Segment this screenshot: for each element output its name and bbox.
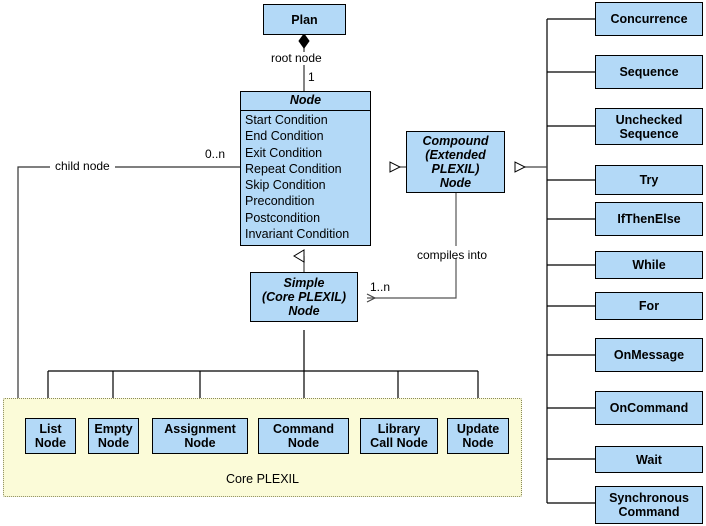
concurrence-box[interactable]: Concurrence [595, 2, 703, 36]
simple-node-box[interactable]: Simple (Core PLEXIL) Node [250, 272, 358, 322]
oncommand-box[interactable]: OnCommand [595, 391, 703, 425]
node-class-title: Node [241, 92, 370, 111]
empty-node-line-2: Node [97, 436, 130, 450]
concurrence-line-1: Concurrence [610, 12, 688, 26]
command-node-line-1: Command [272, 422, 335, 436]
while-line-1: While [632, 258, 666, 272]
onmessage-box[interactable]: OnMessage [595, 338, 703, 372]
empty-node-line-1: Empty [94, 422, 133, 436]
synchronous-command-line-1: Synchronous [609, 491, 689, 505]
node-attr-precondition: Precondition [245, 194, 315, 209]
empty-node-box[interactable]: Empty Node [88, 418, 139, 454]
try-box[interactable]: Try [595, 165, 703, 195]
for-line-1: For [638, 299, 660, 313]
edge-label-root-node: root node [271, 51, 322, 65]
node-class-attributes: Start Condition End Condition Exit Condi… [241, 111, 370, 244]
simple-line-1: Simple [283, 276, 325, 290]
wait-box[interactable]: Wait [595, 446, 703, 473]
compound-line-2: (Extended [425, 148, 486, 162]
composition-diamond-plan [298, 33, 310, 49]
update-node-box[interactable]: Update Node [447, 418, 509, 454]
unchecked-sequence-box[interactable]: Unchecked Sequence [595, 108, 703, 145]
compound-line-1: Compound [422, 134, 489, 148]
unchecked-sequence-line-1: Unchecked [615, 112, 683, 127]
ifthenelse-box[interactable]: IfThenElse [595, 202, 703, 236]
assignment-node-box[interactable]: Assignment Node [152, 418, 248, 454]
assignment-node-line-1: Assignment [164, 422, 236, 436]
try-line-1: Try [639, 173, 659, 187]
edge-mult-root: 1 [308, 70, 315, 84]
compound-line-4: Node [439, 176, 472, 190]
list-node-line-2: Node [34, 436, 67, 450]
while-box[interactable]: While [595, 251, 703, 279]
edge-mult-compiles: 1..n [370, 280, 391, 294]
unchecked-sequence-line-2: Sequence [619, 126, 679, 141]
onmessage-line-1: OnMessage [613, 348, 685, 362]
node-attr-skip-condition: Skip Condition [245, 178, 326, 193]
list-node-box[interactable]: List Node [25, 418, 76, 454]
library-call-node-line-2: Call Node [370, 436, 428, 450]
diagram-canvas: Core PLEXIL Plan Node Start Condition En… [0, 0, 706, 526]
plan-label: Plan [291, 12, 318, 27]
node-attr-start-condition: Start Condition [245, 113, 328, 127]
node-class-box[interactable]: Node Start Condition End Condition Exit … [240, 91, 371, 246]
simple-line-3: Node [288, 304, 320, 318]
update-node-line-1: Update [456, 422, 500, 436]
compound-line-3: PLEXIL) [431, 162, 480, 176]
library-call-node-box[interactable]: Library Call Node [360, 418, 438, 454]
sequence-box[interactable]: Sequence [595, 55, 703, 89]
synchronous-command-line-2: Command [618, 505, 680, 519]
edge-label-child-node: child node [50, 160, 115, 173]
edge-mult-child: 0..n [205, 147, 226, 161]
synchronous-command-box[interactable]: Synchronous Command [595, 486, 703, 524]
edge-label-compiles-into: compiles into [417, 248, 488, 262]
wait-line-1: Wait [636, 452, 662, 467]
node-attr-postcondition: Postcondition [245, 210, 321, 225]
list-node-line-1: List [39, 422, 62, 436]
simple-line-2: (Core PLEXIL) [261, 290, 347, 304]
node-attr-end-condition: End Condition [245, 129, 324, 144]
for-box[interactable]: For [595, 292, 703, 320]
ifthenelse-line-1: IfThenElse [617, 212, 681, 226]
node-attr-repeat-condition: Repeat Condition [245, 161, 342, 176]
node-attr-exit-condition: Exit Condition [245, 145, 323, 160]
command-node-line-2: Node [287, 436, 320, 450]
oncommand-line-1: OnCommand [609, 401, 689, 415]
sequence-line-1: Sequence [619, 65, 679, 79]
plan-box[interactable]: Plan [263, 4, 346, 35]
update-node-line-2: Node [462, 436, 494, 450]
compound-node-box[interactable]: Compound (Extended PLEXIL) Node [406, 131, 505, 193]
assignment-node-line-2: Node [184, 436, 216, 450]
node-attr-invariant-condition: Invariant Condition [245, 227, 350, 242]
library-call-node-line-1: Library [377, 422, 421, 436]
core-plexil-caption: Core PLEXIL [226, 472, 299, 486]
command-node-box[interactable]: Command Node [258, 418, 349, 454]
